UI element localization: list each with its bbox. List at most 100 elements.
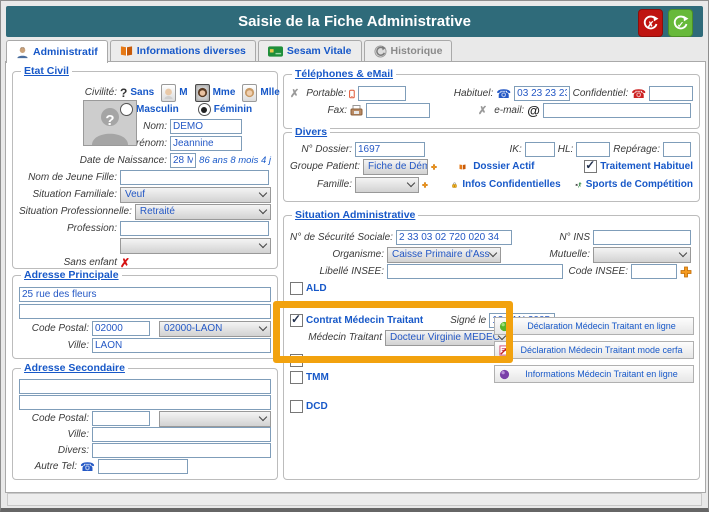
declaration-mt-cerfa-button[interactable]: Déclaration Médecin Traitant mode cerfa <box>494 341 694 359</box>
civilite-mme-button[interactable] <box>195 84 210 102</box>
date-naissance-label: Date de Naissance: <box>19 155 167 166</box>
sans-enfant-label: Sans enfant <box>19 257 117 268</box>
divers-section: Divers N° Dossier: IK: HL: Repérage: Gro… <box>283 132 700 202</box>
adresse-sec1-input[interactable] <box>19 379 271 394</box>
code-insee-input[interactable] <box>631 264 677 279</box>
portable-input[interactable] <box>358 86 406 101</box>
informations-mt-en-ligne-button[interactable]: Informations Médecin Traitant en ligne <box>494 365 694 383</box>
traitement-habituel-label: Traitement Habituel <box>600 161 693 172</box>
traitement-habituel-checkbox[interactable] <box>584 160 597 173</box>
nss-input[interactable] <box>396 230 512 245</box>
civilite-sans-option[interactable]: Sans <box>130 87 154 98</box>
code-postal-sec-input[interactable] <box>92 411 150 426</box>
sans-enfant-cross-icon[interactable]: ✗ <box>120 258 130 268</box>
contrat-medecin-traitant-label: Contrat Médecin Traitant <box>306 315 423 326</box>
status-bar <box>7 493 702 506</box>
profession-secondary-select[interactable] <box>120 238 271 254</box>
cmu-checkbox[interactable] <box>290 354 303 367</box>
miss-icon <box>243 87 256 99</box>
ins-input[interactable] <box>593 230 691 245</box>
cmu-label: CMU <box>306 355 329 366</box>
ik-input[interactable] <box>525 142 555 157</box>
adresse-sec2-input[interactable] <box>19 395 271 410</box>
dcd-checkbox[interactable] <box>290 400 303 413</box>
medecin-traitant-select[interactable]: Docteur Virginie MEDECIN RP... <box>385 330 510 346</box>
confidentiel-label: Confidentiel: <box>573 88 629 99</box>
profession-label: Profession: <box>19 223 117 234</box>
add-groupe-icon[interactable] <box>431 161 437 173</box>
vitale-card-icon <box>268 46 283 57</box>
date-naissance-input[interactable] <box>170 153 196 168</box>
organisme-select[interactable]: Caisse Primaire d'Assur <box>387 247 501 263</box>
civilite-mlle-button[interactable] <box>242 84 257 102</box>
section-title: Téléphones & eMail <box>292 68 396 80</box>
ville-sec-input[interactable] <box>92 427 271 442</box>
ville-sec-label: Ville: <box>19 429 89 440</box>
groupe-patient-select[interactable]: Fiche de Démonstration <box>363 159 428 175</box>
mutuelle-select[interactable] <box>593 247 691 263</box>
medecin-traitant-label: Médecin Traitant <box>290 332 382 343</box>
tab-historique[interactable]: Historique <box>364 40 453 61</box>
code-postal-sec-select[interactable] <box>159 411 271 427</box>
organisme-label: Organisme: <box>290 249 384 260</box>
habituel-input[interactable] <box>514 86 569 101</box>
ville-input[interactable] <box>92 338 271 353</box>
fax-input[interactable] <box>366 103 430 118</box>
adresse2-input[interactable] <box>19 304 271 319</box>
dcd-label: DCD <box>306 401 328 412</box>
sexe-masculin-label: Masculin <box>136 104 179 115</box>
ald-checkbox[interactable] <box>290 282 303 295</box>
email-input[interactable] <box>543 103 691 118</box>
famille-select[interactable] <box>355 177 419 193</box>
nss-label: N° de Sécurité Sociale: <box>290 232 393 243</box>
tmm-checkbox[interactable] <box>290 371 303 384</box>
chevron-down-icon <box>259 189 267 197</box>
num-dossier-input[interactable] <box>355 142 425 157</box>
tab-administratif[interactable]: Administratif <box>6 40 108 63</box>
history-icon <box>374 45 387 58</box>
tab-informations-diverses[interactable]: Informations diverses <box>110 40 256 61</box>
chevron-down-icon <box>259 240 267 248</box>
clear-portable-icon[interactable]: ✗ <box>290 87 299 100</box>
clear-email-icon[interactable]: ✗ <box>478 104 487 117</box>
situation-familiale-value: Veuf <box>125 189 145 200</box>
declaration-mt-en-ligne-button[interactable]: Déclaration Médecin Traitant en ligne <box>494 317 694 335</box>
sports-competition-link[interactable]: Sports de Compétition <box>586 179 693 190</box>
sexe-feminin-radio[interactable] <box>198 103 211 116</box>
confirm-button[interactable]: ✓ <box>668 9 693 37</box>
sexe-masculin-radio[interactable] <box>120 103 133 116</box>
add-code-insee-icon[interactable] <box>680 266 692 278</box>
divers-adresse-input[interactable] <box>92 443 271 458</box>
svg-text:✗: ✗ <box>647 19 654 29</box>
situation-familiale-select[interactable]: Veuf <box>120 187 271 203</box>
situation-professionnelle-select[interactable]: Retraité <box>135 204 271 220</box>
medecin-traitant-value: Docteur Virginie MEDECIN RP... <box>390 332 499 343</box>
cancel-button[interactable]: ✗ <box>638 9 663 37</box>
age-text: 86 ans 8 mois 4 j <box>199 155 271 166</box>
profession-input[interactable] <box>120 221 269 236</box>
libelle-insee-label: Libellé INSEE: <box>290 266 384 277</box>
nom-jeune-fille-input[interactable] <box>120 170 269 185</box>
reperage-input[interactable] <box>663 142 691 157</box>
habituel-label: Habituel: <box>409 88 493 99</box>
nom-input[interactable] <box>170 119 242 134</box>
libelle-insee-input[interactable] <box>387 264 563 279</box>
question-icon[interactable]: ? <box>120 86 127 100</box>
online-green-icon <box>499 321 510 332</box>
civilite-m-button[interactable] <box>161 84 176 102</box>
dossier-actif-link[interactable]: Dossier Actif <box>469 161 581 172</box>
autre-tel-input[interactable] <box>98 459 188 474</box>
tab-sesam-vitale[interactable]: Sesam Vitale <box>258 40 362 61</box>
infos-confidentielles-link[interactable]: Infos Confidentielles <box>460 179 572 190</box>
code-postal-select[interactable]: 02000-LAON <box>159 321 271 337</box>
form-content: Etat Civil ? Civilité: ? Sans M <box>5 61 706 493</box>
confidentiel-input[interactable] <box>649 86 693 101</box>
code-postal-input[interactable] <box>92 321 150 336</box>
civilite-m-label: M <box>179 87 187 98</box>
hl-input[interactable] <box>576 142 610 157</box>
adresse1-input[interactable] <box>19 287 271 302</box>
contrat-medecin-traitant-checkbox[interactable] <box>290 314 303 327</box>
prenom-input[interactable] <box>170 136 242 151</box>
fax-icon <box>350 105 363 116</box>
add-famille-icon[interactable] <box>422 179 428 191</box>
